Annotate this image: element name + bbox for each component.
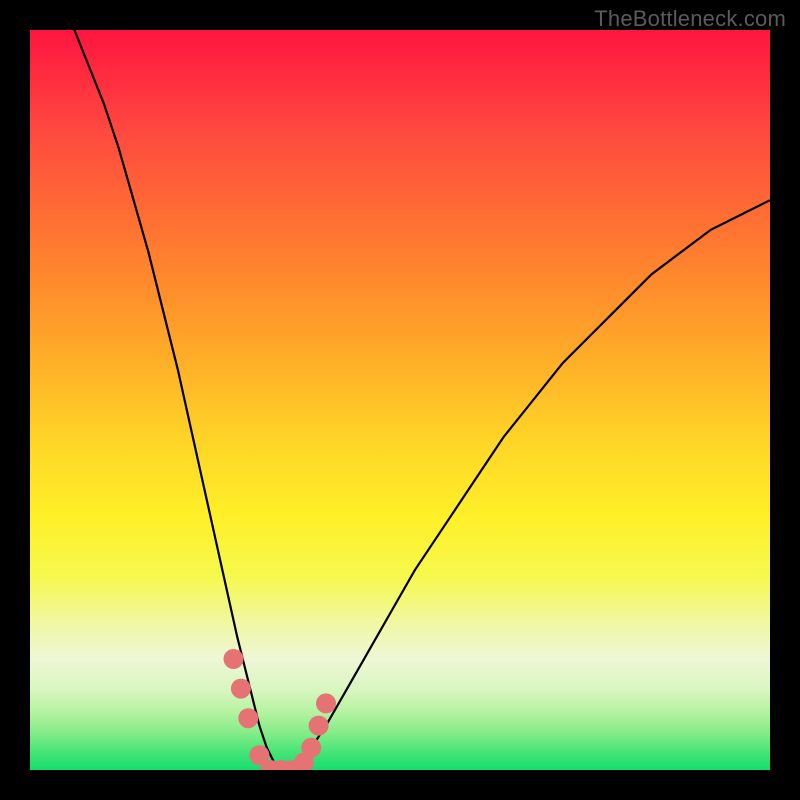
marker-dot — [231, 679, 251, 699]
marker-dot — [316, 693, 336, 713]
marker-dot — [301, 738, 321, 758]
bottleneck-curve — [30, 30, 770, 770]
marker-dot — [309, 716, 329, 736]
marker-dot — [238, 708, 258, 728]
plot-area — [30, 30, 770, 770]
chart-frame: TheBottleneck.com — [0, 0, 800, 800]
marker-dot — [224, 649, 244, 669]
watermark-text: TheBottleneck.com — [594, 6, 786, 32]
marker-group — [224, 649, 337, 770]
curve-svg — [30, 30, 770, 770]
